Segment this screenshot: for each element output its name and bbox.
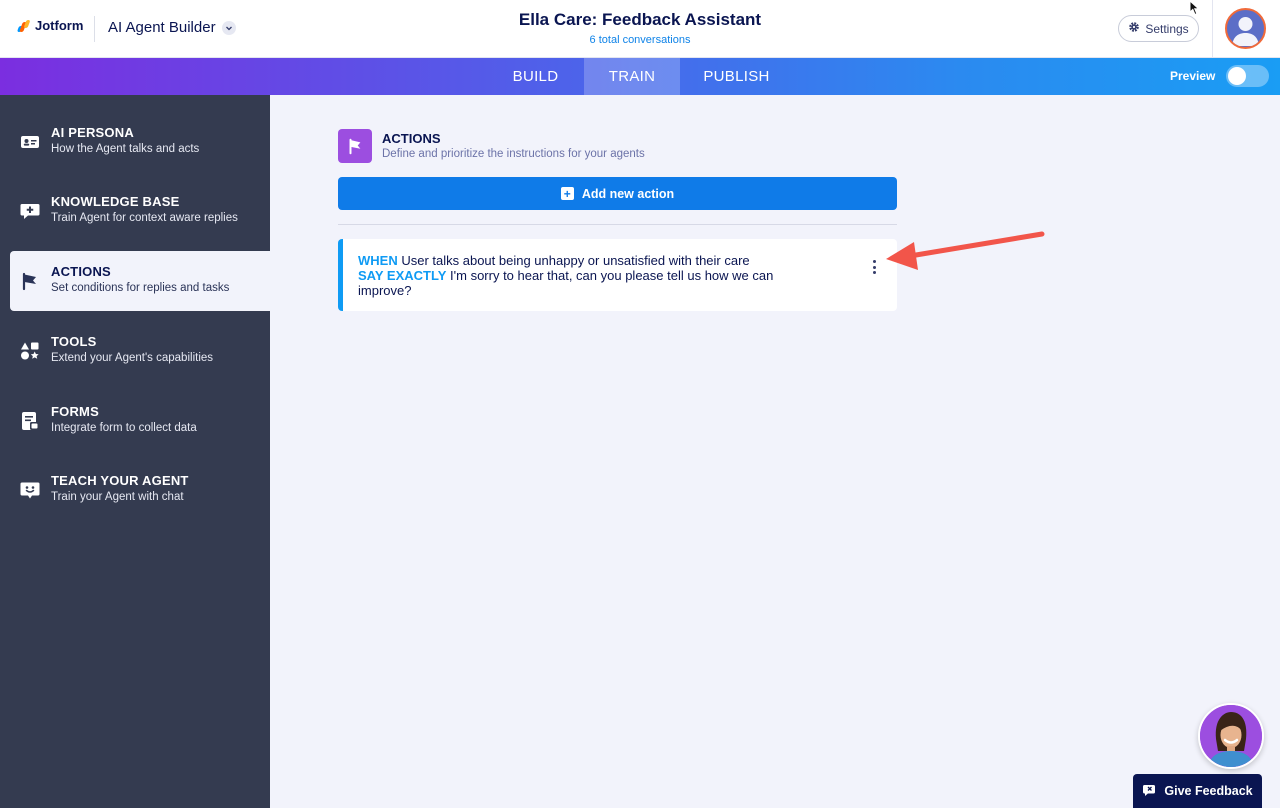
say-text: I'm sorry to hear that, can you please t…: [450, 268, 774, 283]
builder-nav: BUILD TRAIN PUBLISH Preview: [0, 58, 1280, 95]
logo-text: Jotform: [35, 18, 84, 33]
action-when-line: WHEN User talks about being unhappy or u…: [358, 253, 750, 268]
agent-portrait-icon: [1200, 705, 1262, 767]
top-header: Jotform AI Agent Builder Ella Care: Feed…: [0, 0, 1280, 58]
action-say-line: SAY EXACTLY I'm sorry to hear that, can …: [358, 268, 773, 283]
give-feedback-label: Give Feedback: [1164, 784, 1253, 798]
form-icon: [20, 411, 40, 431]
actions-flag-icon: [338, 129, 372, 163]
sidebar-item-knowledge-base[interactable]: KNOWLEDGE BASE Train Agent for context a…: [10, 181, 270, 241]
sidebar-item-desc: Train Agent for context aware replies: [51, 212, 238, 224]
shapes-icon: [20, 341, 40, 361]
add-new-action-label: Add new action: [581, 186, 675, 201]
tab-publish[interactable]: PUBLISH: [688, 58, 785, 95]
header-divider: [94, 16, 95, 42]
page-description: Define and prioritize the instructions f…: [382, 148, 645, 160]
smile-chat-icon: [20, 480, 40, 500]
preview-label: Preview: [1170, 69, 1216, 83]
settings-button[interactable]: Settings: [1118, 15, 1199, 42]
sidebar-item-desc: Integrate form to collect data: [51, 422, 197, 434]
sidebar-item-title: ACTIONS: [51, 264, 111, 279]
action-say-line-continued: improve?: [358, 283, 412, 298]
sidebar-item-teach-your-agent[interactable]: TEACH YOUR AGENT Train your Agent with c…: [10, 460, 270, 520]
id-card-icon: [20, 132, 40, 152]
mouse-cursor-icon: [1189, 0, 1200, 16]
when-text: User talks about being unhappy or unsati…: [401, 253, 750, 268]
plus-icon: +: [560, 187, 574, 200]
section-divider: [338, 224, 897, 225]
sidebar-item-desc: Extend your Agent's capabilities: [51, 352, 214, 364]
sidebar: AI PERSONA How the Agent talks and acts …: [0, 95, 270, 808]
jotform-logo[interactable]: Jotform: [16, 18, 84, 33]
sidebar-item-title: FORMS: [51, 404, 99, 419]
tab-train[interactable]: TRAIN: [584, 58, 680, 95]
sidebar-item-title: TOOLS: [51, 334, 97, 349]
agent-title-block: Ella Care: Feedback Assistant 6 total co…: [440, 10, 840, 46]
preview-toggle[interactable]: [1226, 65, 1269, 87]
sidebar-item-desc: Set conditions for replies and tasks: [51, 282, 230, 294]
flag-icon: [20, 271, 40, 291]
page-title: ACTIONS: [382, 131, 441, 146]
sidebar-item-title: KNOWLEDGE BASE: [51, 194, 180, 209]
user-avatar[interactable]: [1225, 8, 1266, 49]
add-new-action-button[interactable]: + Add new action: [338, 177, 897, 210]
sidebar-item-title: AI PERSONA: [51, 125, 134, 140]
sidebar-item-ai-persona[interactable]: AI PERSONA How the Agent talks and acts: [10, 112, 270, 172]
builder-dropdown[interactable]: AI Agent Builder: [108, 19, 236, 36]
builder-label: AI Agent Builder: [108, 19, 216, 36]
sidebar-item-title: TEACH YOUR AGENT: [51, 473, 189, 488]
sidebar-item-desc: How the Agent talks and acts: [51, 143, 200, 155]
annotation-arrow: [886, 231, 1045, 270]
give-feedback-button[interactable]: Give Feedback: [1133, 774, 1262, 808]
say-keyword: SAY EXACTLY: [358, 268, 447, 283]
settings-label: Settings: [1145, 21, 1189, 36]
sidebar-item-desc: Train your Agent with chat: [51, 491, 184, 503]
agent-avatar[interactable]: [1198, 703, 1264, 769]
jotform-logo-icon: [16, 19, 31, 32]
header-divider: [1212, 0, 1213, 58]
user-icon: [1232, 17, 1259, 46]
toggle-knob: [1228, 67, 1246, 85]
feedback-icon: [1142, 783, 1156, 800]
gear-icon: [1128, 21, 1140, 36]
when-keyword: WHEN: [358, 253, 398, 268]
chevron-down-icon: [221, 20, 236, 35]
chat-plus-icon: [20, 201, 40, 221]
more-options-icon[interactable]: [869, 259, 879, 275]
tab-build[interactable]: BUILD: [491, 58, 580, 95]
conversations-count[interactable]: 6 total conversations: [440, 34, 840, 46]
sidebar-item-actions[interactable]: ACTIONS Set conditions for replies and t…: [10, 251, 270, 311]
sidebar-item-tools[interactable]: TOOLS Extend your Agent's capabilities: [10, 321, 270, 381]
agent-title: Ella Care: Feedback Assistant: [518, 10, 762, 29]
action-card[interactable]: WHEN User talks about being unhappy or u…: [338, 239, 897, 311]
sidebar-item-forms[interactable]: FORMS Integrate form to collect data: [10, 391, 270, 451]
